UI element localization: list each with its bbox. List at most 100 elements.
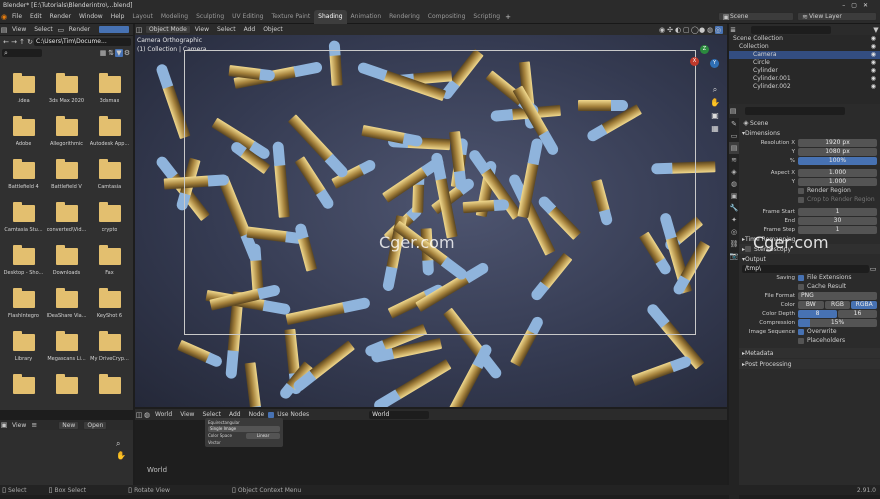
ortho-grid-icon[interactable]: ▦ — [709, 122, 721, 135]
navigation-gizmo[interactable]: Z X Y — [690, 45, 720, 75]
menu-edit[interactable]: Edit — [26, 13, 46, 20]
outliner-item-cylinder[interactable]: Cylinder — [729, 67, 880, 75]
object-mode-dropdown[interactable]: Object Mode — [145, 25, 191, 34]
editor-type-icon[interactable]: ▤ — [729, 107, 737, 115]
frame-start-field[interactable]: 1 — [798, 207, 877, 216]
eye-icon[interactable]: ◉ — [871, 67, 876, 75]
outliner-item-camera[interactable]: Camera — [729, 51, 880, 59]
folder-item[interactable]: Desktop - Sho... — [2, 242, 45, 281]
tab-sculpting[interactable]: Sculpting — [192, 10, 228, 24]
dimensions-panel-header[interactable]: ▾ Dimensions — [739, 128, 880, 138]
xray-icon[interactable]: ▢ — [683, 26, 691, 34]
resolution-percent-slider[interactable]: 100% — [798, 156, 877, 165]
y-axis-icon[interactable]: Y — [710, 59, 719, 68]
world-tab-icon[interactable]: ◍ — [729, 178, 739, 190]
outliner-item-cylinder-002[interactable]: Cylinder.002 — [729, 83, 880, 91]
editor-type-icon[interactable]: ≣ — [729, 26, 737, 34]
path-field[interactable]: C:\Users\Tim\Docume... — [34, 37, 131, 46]
tab-scripting[interactable]: Scripting — [469, 10, 504, 24]
frame-end-field[interactable]: 30 — [798, 216, 877, 225]
outliner-collection[interactable]: Collection — [729, 43, 880, 51]
folder-item[interactable] — [2, 371, 45, 410]
eye-icon[interactable]: ◉ — [871, 43, 876, 51]
tab-compositing[interactable]: Compositing — [424, 10, 470, 24]
overwrite-checkbox[interactable] — [798, 328, 804, 335]
editor-type-icon[interactable]: ▣ — [0, 421, 8, 429]
image-editor[interactable]: ⌕ ✋ — [0, 430, 133, 485]
tab-layout[interactable]: Layout — [128, 10, 156, 24]
tab-uv-editing[interactable]: UV Editing — [228, 10, 267, 24]
depth-8-button[interactable]: 8 — [798, 309, 837, 318]
tab-animation[interactable]: Animation — [347, 10, 386, 24]
ne-add-menu[interactable]: Add — [225, 411, 245, 418]
filter-icon[interactable]: ▼ — [115, 48, 123, 57]
fb-render-button[interactable] — [98, 25, 131, 34]
compression-slider[interactable]: 15% — [798, 318, 877, 327]
outliner-item-circle[interactable]: Circle — [729, 59, 880, 67]
parent-icon[interactable]: ↑ — [18, 38, 26, 46]
image-texture-node[interactable]: Equirectangular Single Image Color Space… — [205, 418, 283, 447]
folder-item[interactable]: Fax — [88, 242, 131, 281]
tab-texture-paint[interactable]: Texture Paint — [267, 10, 314, 24]
outliner-scene-collection[interactable]: Scene Collection — [729, 35, 880, 43]
filter-icon[interactable]: ▼ — [872, 26, 880, 34]
view-layer-selector[interactable]: ≋ View Layer — [797, 12, 877, 21]
output-path-field[interactable]: /tmp\ — [742, 264, 869, 273]
render-region-checkbox[interactable] — [798, 187, 804, 194]
new-image-button[interactable]: New — [58, 420, 80, 430]
add-workspace-icon[interactable]: + — [504, 13, 512, 21]
menu-render[interactable]: Render — [46, 13, 75, 20]
ne-view-menu[interactable]: View — [176, 411, 198, 418]
ne-node-menu[interactable]: Node — [245, 411, 269, 418]
fb-search-input[interactable]: ⌕ — [2, 48, 42, 57]
folder-item[interactable]: 3dsmax — [88, 70, 131, 109]
back-icon[interactable]: ← — [2, 38, 10, 46]
zoom-icon[interactable]: ⌕ — [709, 83, 721, 96]
object-tab-icon[interactable]: ▣ — [729, 190, 739, 202]
cache-result-checkbox[interactable] — [798, 283, 804, 290]
placeholders-checkbox[interactable] — [798, 337, 804, 344]
3d-viewport[interactable]: Camera Orthographic (1) Collection | Cam… — [135, 35, 727, 407]
folder-item[interactable]: KeyShot 6 — [88, 285, 131, 324]
vp-object-menu[interactable]: Object — [259, 26, 287, 33]
view-layer-tab-icon[interactable]: ≋ — [729, 154, 739, 166]
menu-window[interactable]: Window — [75, 13, 107, 20]
folder-item[interactable]: Library — [2, 328, 45, 367]
folder-item[interactable]: IDeaShare Via... — [45, 285, 88, 324]
file-format-dropdown[interactable]: PNG — [798, 291, 877, 300]
open-image-button[interactable]: Open — [83, 420, 108, 430]
folder-item[interactable]: .idea — [2, 70, 45, 109]
tool-tab-icon[interactable]: ✎ — [729, 118, 739, 130]
folder-item[interactable]: Downloads — [45, 242, 88, 281]
folder-item[interactable]: converted\Vid... — [45, 199, 88, 238]
zoom-icon[interactable]: ⌕ — [116, 438, 126, 450]
modifier-tab-icon[interactable]: 🔧 — [729, 202, 739, 214]
render-tab-icon[interactable]: ▭ — [729, 130, 739, 142]
vp-select-menu[interactable]: Select — [213, 26, 240, 33]
tab-shading[interactable]: Shading — [314, 9, 347, 24]
output-tab-icon[interactable]: ▤ — [729, 142, 739, 154]
stereoscopy-checkbox[interactable] — [745, 246, 752, 252]
editor-type-icon[interactable]: ▤ — [0, 26, 8, 34]
file-extensions-checkbox[interactable] — [798, 274, 804, 281]
blender-logo-icon[interactable]: ◉ — [0, 13, 8, 21]
outliner-search-input[interactable] — [751, 25, 831, 34]
sort-icon[interactable]: ⇅ — [107, 49, 115, 57]
folder-item[interactable]: Battlefield 4 — [2, 156, 45, 195]
folder-browse-icon[interactable]: ▭ — [869, 265, 877, 273]
refresh-icon[interactable]: ↻ — [26, 38, 34, 46]
post-processing-header[interactable]: ▸ Post Processing — [739, 359, 880, 369]
color-bw-button[interactable]: BW — [798, 300, 824, 309]
rendered-shading-icon[interactable]: ◎ — [715, 25, 723, 34]
metadata-header[interactable]: ▸ Metadata — [739, 348, 880, 358]
overlay-icon[interactable]: ◐ — [675, 26, 683, 34]
physics-tab-icon[interactable]: ◎ — [729, 226, 739, 238]
aspect-y-field[interactable]: 1.000 — [798, 177, 877, 186]
resolution-x-field[interactable]: 1920 px — [798, 138, 877, 147]
node-editor[interactable]: Equirectangular Single Image Color Space… — [135, 418, 727, 485]
tab-modeling[interactable]: Modeling — [157, 10, 192, 24]
aspect-x-field[interactable]: 1.000 — [798, 168, 877, 177]
world-field[interactable]: World — [369, 410, 430, 419]
folder-item[interactable]: Camtasia Stu... — [2, 199, 45, 238]
material-shading-icon[interactable]: ◍ — [707, 26, 715, 34]
